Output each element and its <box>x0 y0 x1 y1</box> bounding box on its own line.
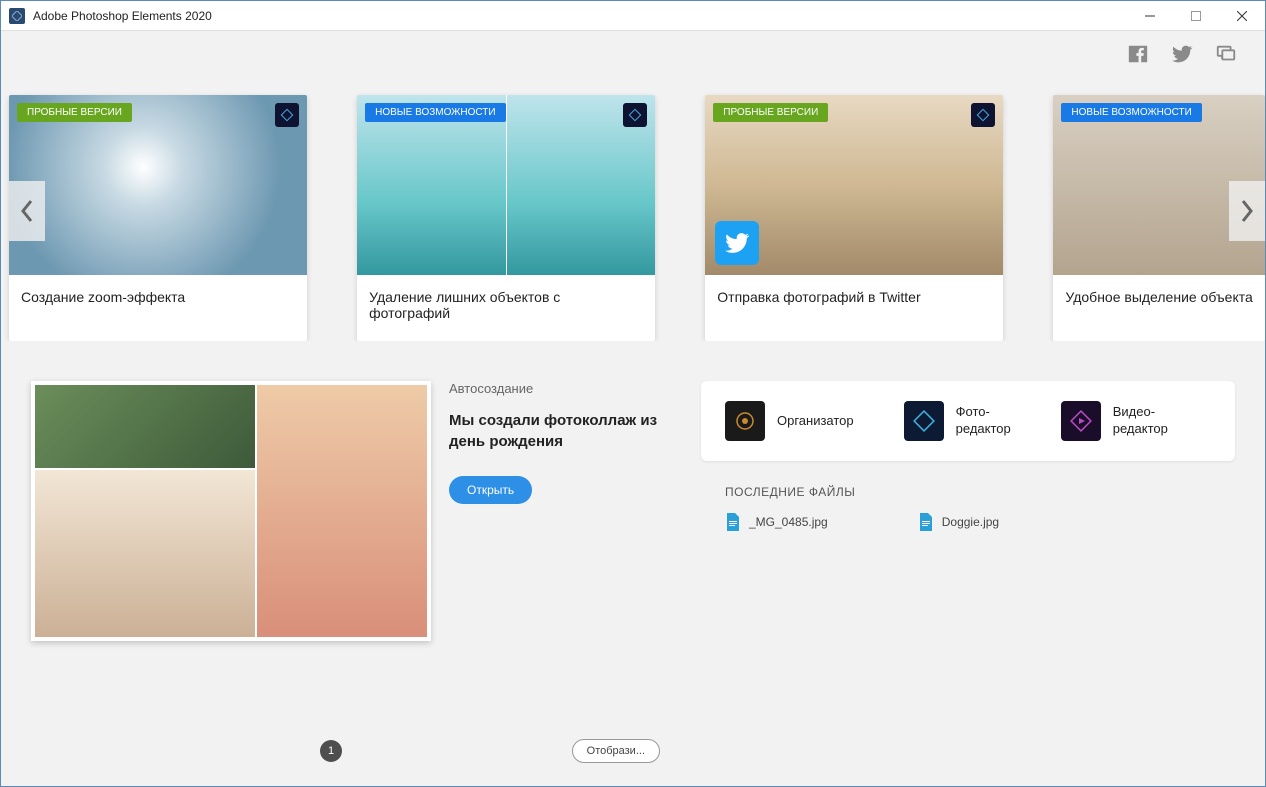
photo-editor-launcher[interactable]: Фото- редактор <box>904 401 1011 441</box>
card-title: Удобное выделение объекта <box>1053 275 1265 319</box>
app-title: Adobe Photoshop Elements 2020 <box>33 9 1127 23</box>
video-editor-launcher[interactable]: Видео- редактор <box>1061 401 1168 441</box>
file-name: Doggie.jpg <box>942 515 999 529</box>
feature-card[interactable]: ПРОБНЫЕ ВЕРСИИ Отправка фотографий в Twi… <box>705 95 1003 341</box>
card-thumbnail: ПРОБНЫЕ ВЕРСИИ <box>9 95 307 275</box>
window-controls <box>1127 1 1265 31</box>
carousel-prev-button[interactable] <box>9 181 45 241</box>
show-button[interactable]: Отобрази... <box>572 739 660 763</box>
open-button[interactable]: Открыть <box>449 476 532 504</box>
maximize-button[interactable] <box>1173 1 1219 31</box>
collage-preview[interactable] <box>31 381 431 641</box>
facebook-icon[interactable] <box>1127 43 1149 70</box>
carousel-next-button[interactable] <box>1229 181 1265 241</box>
app-icon <box>9 8 25 24</box>
auto-headline: Мы создали фотоколлаж из день рождения <box>449 410 661 452</box>
titlebar: Adobe Photoshop Elements 2020 <box>1 1 1265 31</box>
pse-icon <box>275 103 299 127</box>
twitter-icon <box>715 221 759 265</box>
launcher-label: Видео- редактор <box>1113 404 1168 438</box>
collage-tile <box>35 470 255 637</box>
pse-icon <box>623 103 647 127</box>
auto-text: Автосоздание Мы создали фотоколлаж из де… <box>449 381 661 641</box>
video-editor-icon <box>1061 401 1101 441</box>
collage-tile <box>257 385 427 637</box>
card-badge: НОВЫЕ ВОЗМОЖНОСТИ <box>1061 103 1201 122</box>
app-launcher-panel: Организатор Фото- редактор Видео- редакт… <box>701 381 1235 461</box>
card-badge: НОВЫЕ ВОЗМОЖНОСТИ <box>365 103 505 122</box>
recent-file[interactable]: Doggie.jpg <box>918 513 999 531</box>
auto-creation-panel: Автосоздание Мы создали фотоколлаж из де… <box>31 381 661 641</box>
page-indicator[interactable]: 1 <box>320 740 342 762</box>
auto-subtitle: Автосоздание <box>449 381 661 396</box>
card-title: Отправка фотографий в Twitter <box>705 275 1003 319</box>
file-icon <box>918 513 934 531</box>
file-icon <box>725 513 741 531</box>
organizer-icon <box>725 401 765 441</box>
card-badge: ПРОБНЫЕ ВЕРСИИ <box>17 103 132 122</box>
launcher-label: Фото- редактор <box>956 404 1011 438</box>
minimize-button[interactable] <box>1127 1 1173 31</box>
recent-files-list: _MG_0485.jpg Doggie.jpg <box>725 513 1235 531</box>
card-title: Создание zoom-эффекта <box>9 275 307 319</box>
twitter-icon[interactable] <box>1171 43 1193 70</box>
card-title: Удаление лишних объектов с фотографий <box>357 275 655 335</box>
feature-card[interactable]: НОВЫЕ ВОЗМОЖНОСТИ Удаление лишних объект… <box>357 95 655 341</box>
card-thumbnail: ПРОБНЫЕ ВЕРСИИ <box>705 95 1003 275</box>
right-column: Организатор Фото- редактор Видео- редакт… <box>701 381 1235 641</box>
auto-creation-pager: 1 Отобрази... <box>30 739 660 763</box>
recent-files-section: ПОСЛЕДНИЕ ФАЙЛЫ _MG_0485.jpg Doggie.jpg <box>701 485 1235 531</box>
feedback-icon[interactable] <box>1215 43 1237 70</box>
recent-file[interactable]: _MG_0485.jpg <box>725 513 828 531</box>
feature-carousel: ПРОБНЫЕ ВЕРСИИ Создание zoom-эффекта НОВ… <box>1 81 1265 341</box>
close-button[interactable] <box>1219 1 1265 31</box>
file-name: _MG_0485.jpg <box>749 515 828 529</box>
topbar <box>1 31 1265 81</box>
organizer-launcher[interactable]: Организатор <box>725 401 854 441</box>
photo-editor-icon <box>904 401 944 441</box>
pse-icon <box>971 103 995 127</box>
launcher-label: Организатор <box>777 413 854 430</box>
feature-card[interactable]: ПРОБНЫЕ ВЕРСИИ Создание zoom-эффекта <box>9 95 307 341</box>
lower-section: Автосоздание Мы создали фотоколлаж из де… <box>1 341 1265 641</box>
collage-tile <box>35 385 255 468</box>
card-badge: ПРОБНЫЕ ВЕРСИИ <box>713 103 828 122</box>
recent-files-title: ПОСЛЕДНИЕ ФАЙЛЫ <box>725 485 1235 499</box>
card-thumbnail: НОВЫЕ ВОЗМОЖНОСТИ <box>357 95 655 275</box>
